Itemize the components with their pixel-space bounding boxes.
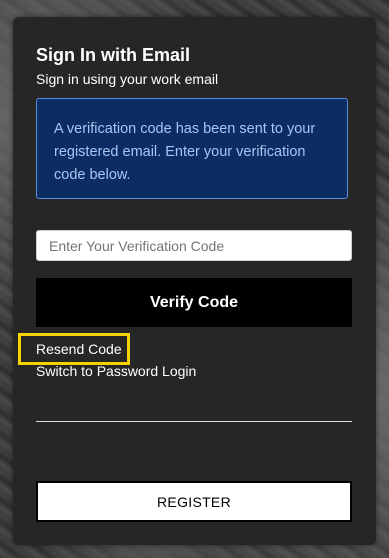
resend-code-link[interactable]: Resend Code [18, 333, 130, 365]
divider [36, 421, 352, 422]
page-subtitle: Sign in using your work email [36, 71, 219, 87]
verification-code-input[interactable] [36, 230, 352, 261]
page-title: Sign In with Email [36, 45, 191, 65]
verify-code-button[interactable]: Verify Code [36, 278, 352, 327]
register-button[interactable]: REGISTER [36, 481, 352, 522]
signin-card: Sign In with Email Sign in using your wo… [13, 17, 376, 545]
verification-notice: A verification code has been sent to you… [36, 98, 348, 199]
